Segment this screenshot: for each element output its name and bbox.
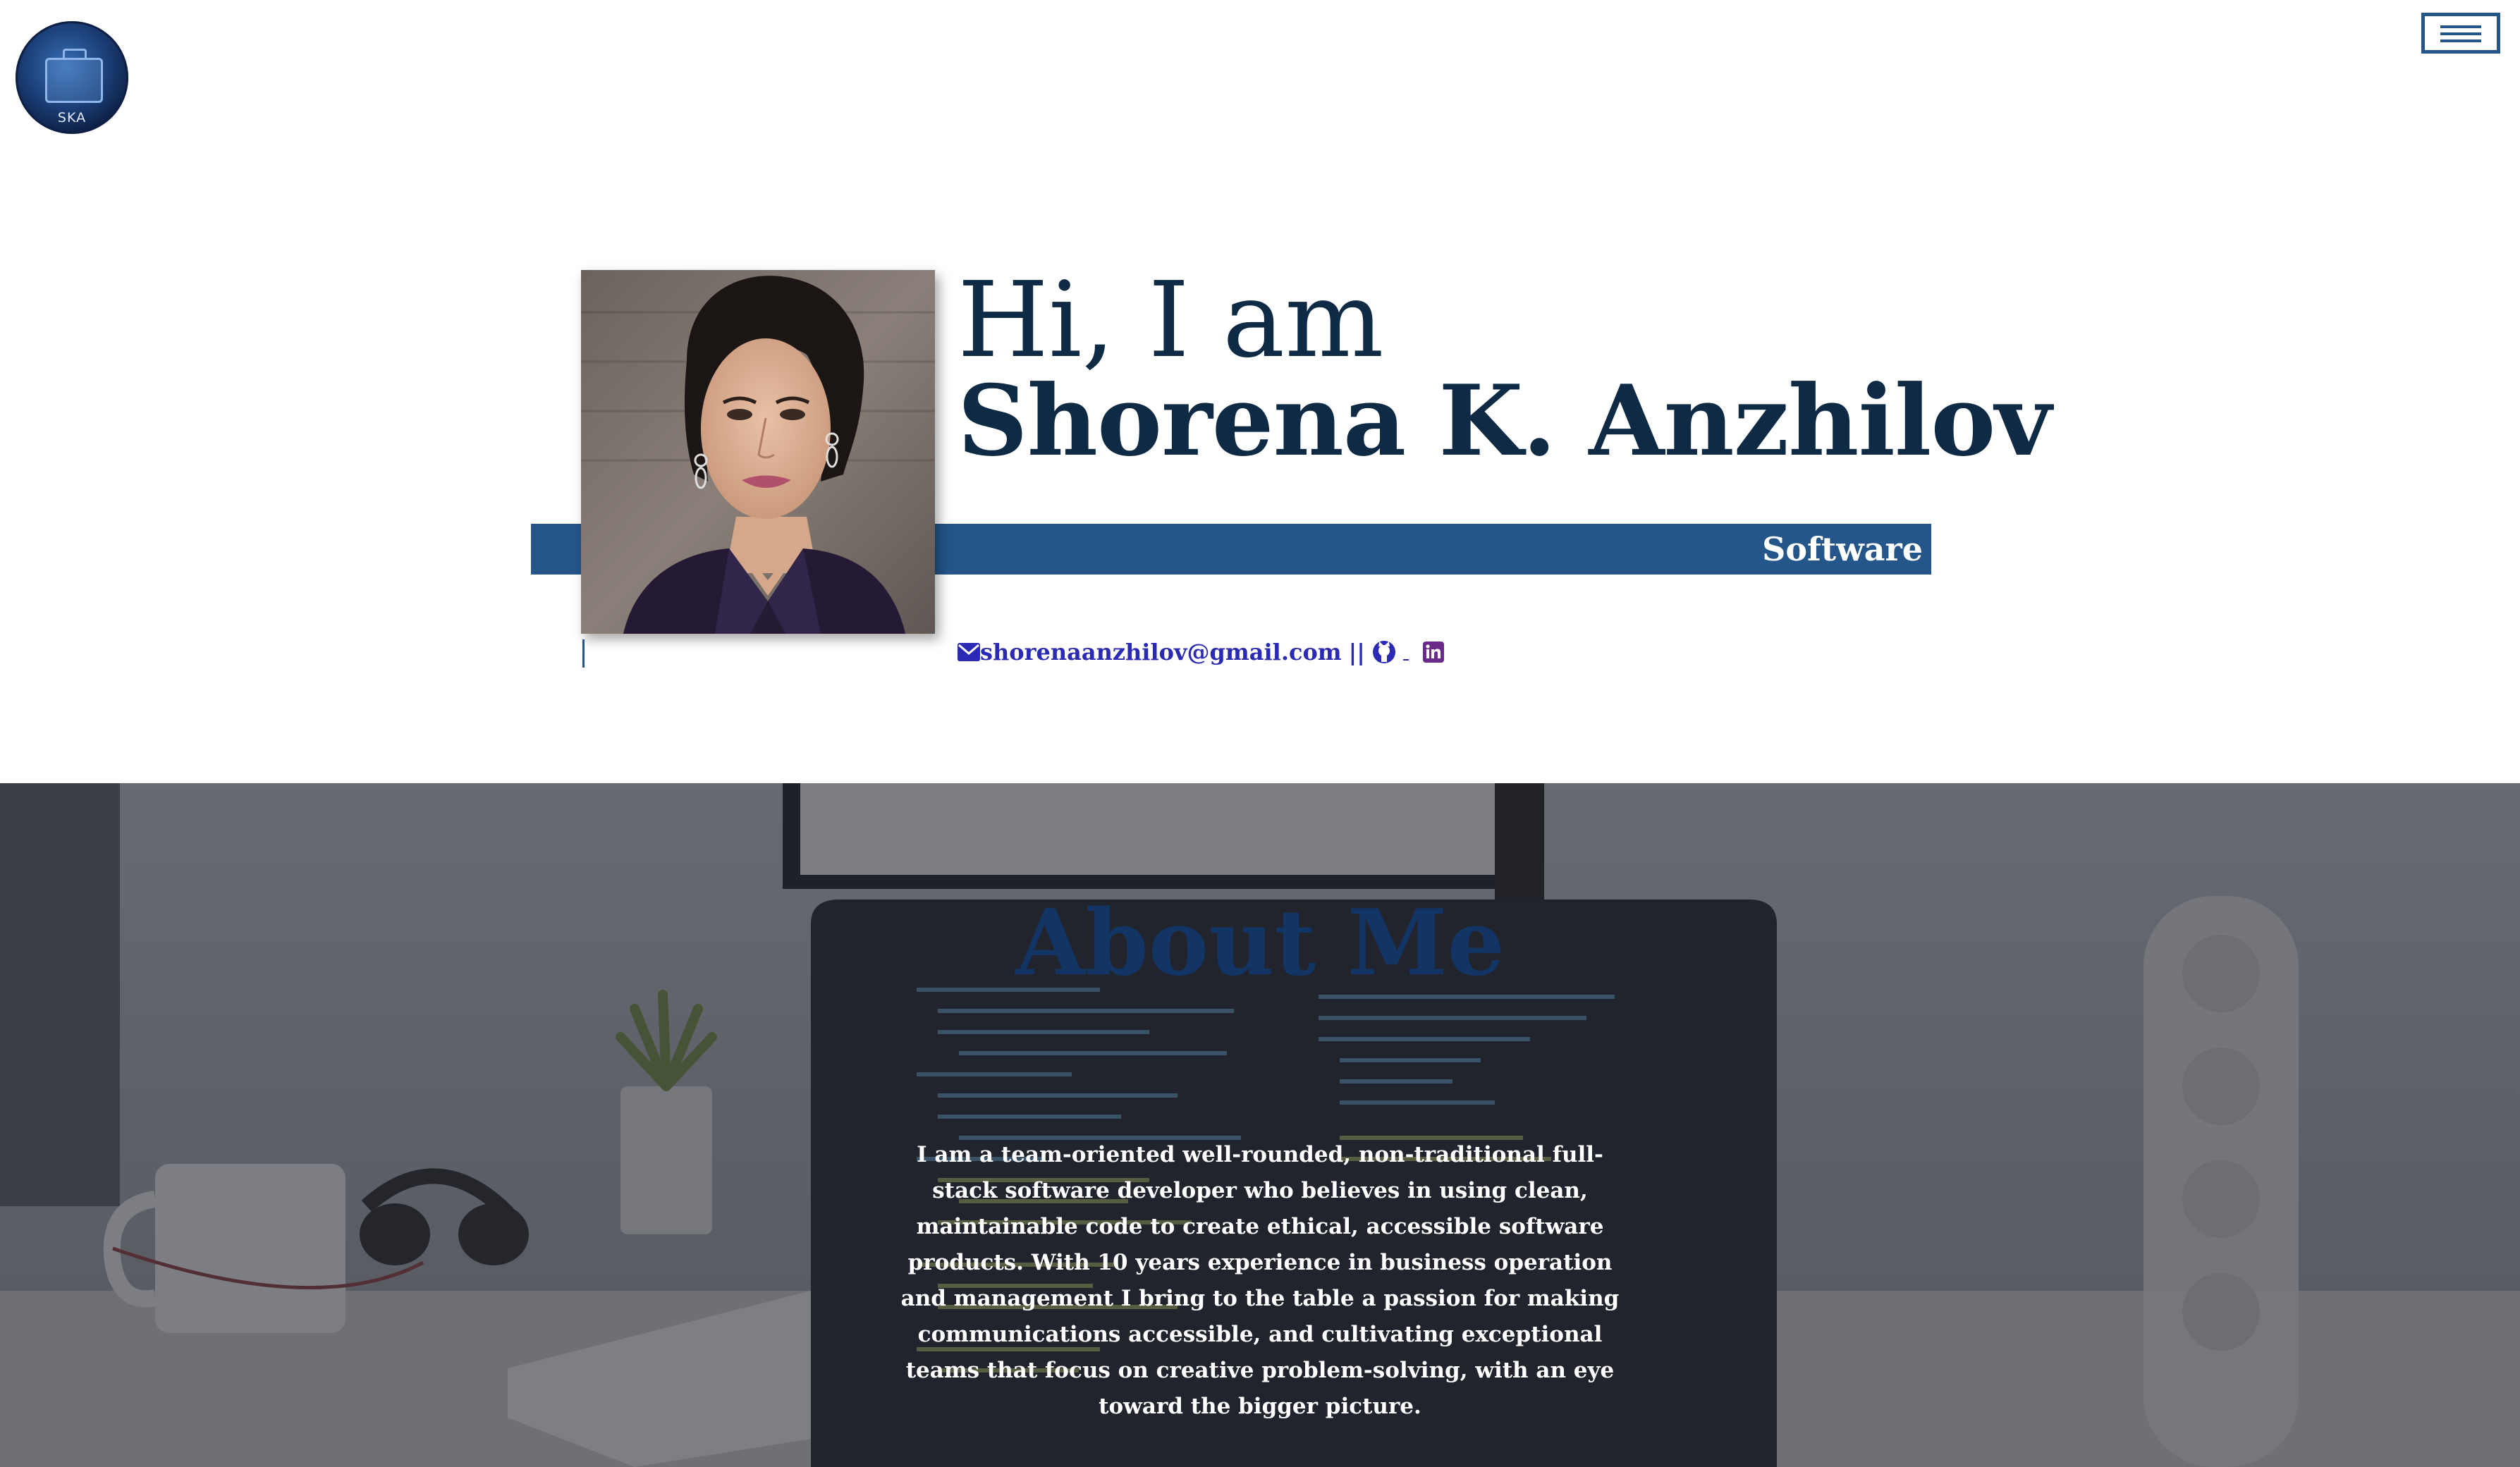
about-description: I am a team-oriented well-rounded, non-t… [900, 1142, 1620, 1419]
site-logo[interactable]: SKA [16, 21, 128, 134]
link-underline [1402, 659, 1409, 661]
profile-photo [581, 270, 935, 634]
github-icon [1372, 640, 1396, 664]
github-link[interactable] [1372, 640, 1396, 664]
separator-text: || [1348, 639, 1365, 665]
role-text: Software [1762, 530, 1923, 568]
logo-text: SKA [57, 110, 87, 125]
contact-links: shorenaanzhilov@gmail.com || [958, 633, 1444, 671]
linkedin-link[interactable] [1422, 642, 1444, 663]
portfolio-page: SKA Software Hi, I am Shorena K. Anzhilo… [0, 0, 2520, 1467]
hero-name: Shorena K. Anzhilov [958, 363, 2052, 478]
about-section: About Me I am a team-oriented well-round… [0, 783, 2520, 1467]
about-title: About Me [1015, 890, 1505, 996]
hamburger-menu-icon[interactable] [2421, 13, 2500, 54]
envelope-icon [958, 643, 980, 661]
briefcase-icon [45, 49, 103, 103]
typing-cursor [582, 639, 585, 668]
email-link[interactable]: shorenaanzhilov@gmail.com [958, 639, 1342, 665]
linkedin-icon [1422, 642, 1444, 663]
email-text: shorenaanzhilov@gmail.com [980, 639, 1342, 665]
